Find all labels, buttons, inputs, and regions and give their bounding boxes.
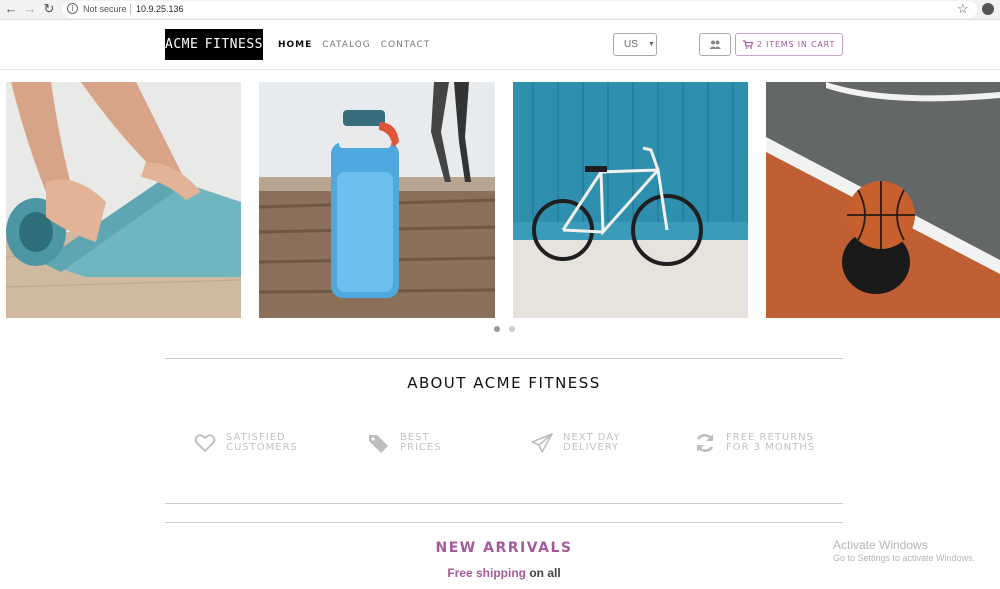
carousel-dot-1[interactable]: [494, 326, 500, 332]
info-icon[interactable]: i: [67, 3, 78, 14]
shipping-note: Free shipping on all: [165, 566, 843, 580]
heart-icon: [194, 434, 216, 453]
nav-catalog[interactable]: CATALOG: [322, 40, 370, 50]
tags-icon: [369, 435, 388, 453]
activate-windows-watermark: Activate Windows Go to Settings to activ…: [833, 538, 975, 563]
feature-line2: DELIVERY: [563, 442, 620, 453]
chevron-down-icon: ▼: [648, 41, 655, 48]
users-icon: [709, 40, 721, 49]
carousel-dots: [494, 326, 515, 332]
feature-line2: FOR 3 MONTHS: [726, 442, 816, 453]
feature-satisfied-customers: SATISFIED CUSTOMERS: [194, 432, 298, 454]
basketball-image[interactable]: [766, 82, 1000, 318]
watermark-line1: Activate Windows: [833, 538, 928, 552]
new-arrivals-title: NEW ARRIVALS: [435, 540, 573, 556]
browser-toolbar: ← → ↻ i Not secure 10.9.25.136 ☆: [0, 0, 1000, 20]
feature-line2: PRICES: [400, 442, 442, 453]
bookmark-star-icon[interactable]: ☆: [957, 1, 969, 17]
logo-text-right: FITNESS: [204, 37, 263, 52]
back-arrow-icon[interactable]: ←: [4, 2, 18, 16]
nav-home[interactable]: HOME: [278, 40, 312, 50]
cart-icon: [742, 40, 753, 49]
nav-contact[interactable]: CONTACT: [381, 40, 431, 50]
yoga-mat-image[interactable]: [6, 82, 241, 318]
feature-next-day-delivery: NEXT DAY DELIVERY: [531, 432, 620, 454]
feature-line2: CUSTOMERS: [226, 442, 298, 453]
divider: [165, 522, 843, 523]
forward-arrow-icon[interactable]: →: [23, 2, 37, 16]
reload-icon[interactable]: ↻: [42, 2, 56, 16]
cart-label: 2 ITEMS IN CART: [756, 40, 836, 49]
shipping-rest: on all: [529, 566, 561, 580]
carousel-dot-2[interactable]: [509, 326, 515, 332]
security-label: Not secure: [83, 4, 127, 14]
water-bottle-image[interactable]: [259, 82, 495, 318]
url-text[interactable]: 10.9.25.136: [136, 4, 184, 14]
account-button[interactable]: [699, 33, 731, 56]
site-header: ACME FITNESS HOME CATALOG CONTACT US ▼ 2…: [0, 20, 1000, 70]
currency-value: US: [624, 39, 638, 50]
feature-best-prices: BEST PRICES: [368, 432, 442, 454]
divider: [165, 358, 843, 359]
main-nav: HOME CATALOG CONTACT: [278, 40, 430, 50]
refresh-icon: [696, 434, 714, 452]
acme-fitness-logo[interactable]: ACME FITNESS: [165, 29, 263, 60]
logo-text-left: ACME: [165, 37, 199, 52]
address-separator: [130, 4, 131, 15]
about-title: ABOUT ACME FITNESS: [407, 374, 601, 392]
divider: [165, 503, 843, 504]
address-bar[interactable]: [62, 1, 977, 18]
watermark-line2: Go to Settings to activate Windows.: [833, 553, 976, 563]
free-shipping-link[interactable]: Free shipping: [447, 566, 526, 580]
profile-icon[interactable]: [982, 3, 994, 15]
currency-select[interactable]: US ▼: [613, 33, 657, 56]
cart-button[interactable]: 2 ITEMS IN CART: [735, 33, 843, 56]
bicycle-image[interactable]: [513, 82, 748, 318]
paper-plane-icon: [531, 433, 553, 453]
feature-free-returns: FREE RETURNS FOR 3 MONTHS: [694, 432, 815, 454]
